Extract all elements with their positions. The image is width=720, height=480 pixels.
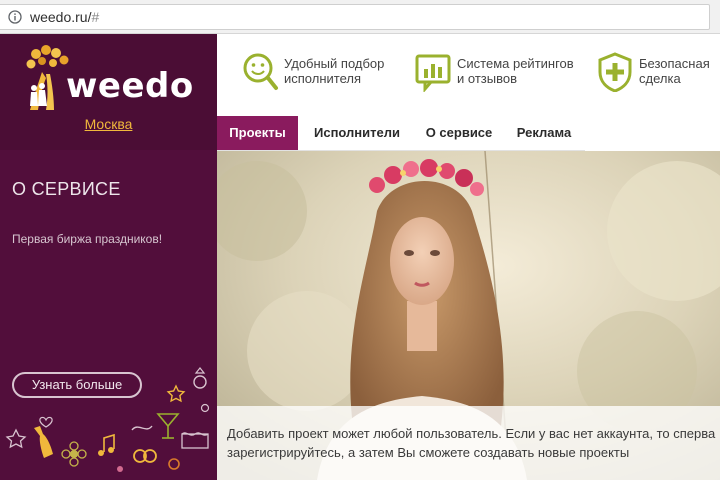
feature-text: Безопасная сделка: [639, 56, 710, 86]
url-hash: #: [91, 9, 100, 25]
feature-text: Система рейтингов и отзывов: [457, 56, 574, 86]
hero-banner: Добавить проект может любой пользователь…: [217, 151, 720, 480]
nav-tab-advertising[interactable]: Реклама: [509, 116, 579, 150]
sidebar: weedo Москва О СЕРВИСЕ Первая биржа праз…: [0, 34, 217, 480]
sidebar-subtitle: Первая биржа праздников!: [12, 232, 163, 246]
caption-text: Добавить проект может любой пользователь…: [227, 426, 716, 460]
feature-line1: Удобный подбор: [284, 56, 385, 71]
main-nav: Проекты Исполнители О сервисе Реклама: [217, 116, 585, 151]
nav-tab-about[interactable]: О сервисе: [417, 116, 501, 150]
url-text[interactable]: weedo.ru/#: [30, 9, 99, 25]
feature-text: Удобный подбор исполнителя: [284, 56, 384, 86]
nav-tab-performers[interactable]: Исполнители: [307, 116, 407, 150]
nav-tab-projects[interactable]: Проекты: [217, 116, 298, 150]
rating-chart-icon: [415, 54, 451, 92]
sidebar-title: О СЕРВИСЕ: [12, 179, 121, 199]
city-link[interactable]: Москва: [0, 116, 217, 132]
celebration-doodles-icon: [5, 367, 210, 472]
info-icon[interactable]: [8, 10, 22, 24]
hero-caption: Добавить проект может любой пользователь…: [217, 406, 720, 480]
feature-line1: Безопасная: [639, 56, 710, 71]
feature-line2: сделка: [639, 71, 681, 86]
browser-address-bar: weedo.ru/#: [0, 0, 720, 34]
feature-line1: Система рейтингов: [457, 56, 574, 71]
feature-line2: и отзывов: [457, 71, 517, 86]
url-field[interactable]: weedo.ru/#: [0, 4, 710, 30]
features-strip: Удобный подбор исполнителя Система рейти…: [217, 34, 720, 116]
logo[interactable]: weedo: [22, 44, 194, 116]
shield-plus-icon: [598, 52, 632, 92]
smiley-magnifier-icon: [243, 53, 278, 90]
logo-text: weedo: [66, 66, 194, 106]
feature-line2: исполнителя: [284, 71, 362, 86]
url-host: weedo.ru/: [30, 9, 92, 25]
